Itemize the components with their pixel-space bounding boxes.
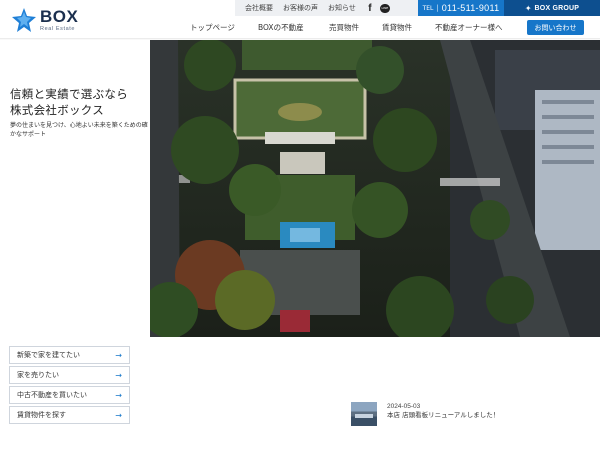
- aerial-park-image: [150, 40, 600, 337]
- line-icon[interactable]: LINE: [379, 3, 390, 13]
- quick-link-build-new[interactable]: 新築で家を建てたい →: [9, 346, 130, 364]
- sns-links: f LINE: [366, 3, 390, 14]
- news-item[interactable]: 2024-05-03 本店 店頭看板リニューアルしました！: [351, 402, 591, 428]
- nav-rental-properties[interactable]: 賃貸物件: [382, 22, 412, 33]
- hero-title-line1: 信頼と実績で選ぶなら: [10, 87, 128, 101]
- quick-link-label: 中古不動産を買いたい: [17, 391, 87, 399]
- quick-link-label: 賃貸物件を探す: [17, 411, 66, 419]
- facebook-icon[interactable]: f: [366, 3, 374, 14]
- news-date: 2024-05-03: [387, 403, 421, 410]
- contact-button[interactable]: お問い合わせ: [527, 20, 584, 35]
- nav-top[interactable]: トップページ: [190, 22, 235, 33]
- nav-owners[interactable]: 不動産オーナー様へ: [435, 22, 503, 33]
- arrow-right-icon: →: [115, 390, 122, 400]
- nav-box-real-estate[interactable]: BOXの不動産: [258, 22, 304, 33]
- quick-link-label: 家を売りたい: [17, 371, 59, 379]
- nav-sale-properties[interactable]: 売買物件: [329, 22, 359, 33]
- link-customer-voice[interactable]: お客様の声: [283, 3, 318, 13]
- box-group-link[interactable]: ✦ BOX GROUP: [504, 0, 600, 16]
- logo-star-icon: [12, 8, 36, 32]
- tel-label: TEL: [422, 4, 434, 12]
- hero-title-line2: 株式会社ボックス: [10, 103, 105, 117]
- logo-subtitle: Real Estate: [40, 25, 76, 32]
- quick-links: 新築で家を建てたい → 家を売りたい → 中古不動産を買いたい → 賃貸物件を探…: [9, 346, 130, 426]
- logo-name: BOX: [40, 6, 79, 26]
- quick-link-sell-home[interactable]: 家を売りたい →: [9, 366, 130, 384]
- arrow-right-icon: →: [115, 350, 122, 360]
- hero-subtitle: 夢の住まいを見つけ、心地よい未来を築くための確かなサポート: [10, 122, 148, 138]
- arrow-right-icon: →: [115, 410, 122, 420]
- link-company-profile[interactable]: 会社概要: [245, 3, 273, 13]
- news-title: 本店 店頭看板リニューアルしました！: [387, 411, 500, 419]
- arrow-right-icon: →: [115, 370, 122, 380]
- hero-photo: [150, 40, 600, 337]
- group-star-icon: ✦: [524, 3, 532, 13]
- quick-link-find-rental[interactable]: 賃貸物件を探す →: [9, 406, 130, 424]
- hero-title: 信頼と実績で選ぶなら 株式会社ボックス: [10, 86, 128, 118]
- link-news[interactable]: お知らせ: [328, 3, 356, 13]
- logo[interactable]: BOX Real Estate: [12, 4, 92, 36]
- tel-divider: |: [436, 4, 439, 12]
- news-thumbnail: [351, 402, 377, 426]
- quick-link-label: 新築で家を建てたい: [17, 351, 80, 359]
- tel-button[interactable]: TEL | 011-511-9011: [418, 0, 504, 16]
- group-name: BOX GROUP: [534, 4, 580, 12]
- quick-link-buy-used[interactable]: 中古不動産を買いたい →: [9, 386, 130, 404]
- tel-number: 011-511-9011: [441, 3, 500, 13]
